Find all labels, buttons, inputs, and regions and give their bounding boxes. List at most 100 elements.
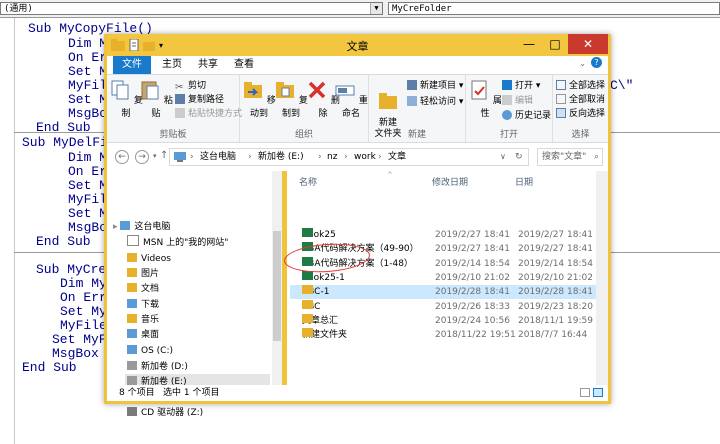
- breadcrumb-drive-e[interactable]: 新加卷 (E:): [258, 149, 304, 165]
- forward-button[interactable]: →: [135, 150, 149, 164]
- code-line[interactable]: MsgBo: [68, 107, 107, 121]
- code-line[interactable]: On Err: [60, 291, 107, 305]
- code-line[interactable]: Sub MyDelFi: [22, 136, 108, 150]
- nav-item[interactable]: 文档: [125, 281, 270, 297]
- history-button[interactable]: 历史记录: [502, 109, 551, 123]
- ribbon-collapse-icon[interactable]: ⌄: [579, 59, 586, 68]
- move-to-button[interactable]: 移动到: [242, 79, 276, 119]
- tab-view[interactable]: 查看: [229, 56, 259, 74]
- code-line[interactable]: MsgBox: [52, 347, 99, 361]
- code-line[interactable]: Sub MyCre: [36, 263, 106, 277]
- nav-item[interactable]: 图片: [125, 266, 270, 282]
- code-line[interactable]: Set M: [68, 93, 107, 107]
- chevron-down-icon[interactable]: ▼: [370, 3, 382, 14]
- nav-item[interactable]: CD 驱动器 (Z:): [125, 405, 270, 421]
- back-button[interactable]: ←: [115, 150, 129, 164]
- title-bar[interactable]: ▾ 文章 — □ ✕: [107, 34, 608, 56]
- nav-item-label: OS (C:): [141, 346, 173, 356]
- select-all-button[interactable]: 全部选择: [556, 79, 605, 93]
- code-line[interactable]: End Sub: [36, 235, 91, 249]
- code-line[interactable]: MyFile: [60, 319, 107, 333]
- explorer-window[interactable]: ▾ 文章 — □ ✕ 文件 主页 共享 查看 ⌄ ? 复制 粘贴 ✂ 剪切 复制…: [104, 34, 611, 418]
- breadcrumb-this-pc[interactable]: 这台电脑: [200, 149, 236, 165]
- nav-scrollbar-thumb[interactable]: [273, 231, 281, 341]
- nav-item[interactable]: 下载: [125, 297, 270, 313]
- code-line[interactable]: On Er: [68, 165, 107, 179]
- expand-icon[interactable]: ▸: [113, 222, 120, 232]
- copy-path-button[interactable]: 复制路径: [175, 93, 224, 107]
- recent-locations-icon[interactable]: ▾: [153, 152, 157, 160]
- open-button[interactable]: 打开 ▾: [502, 79, 540, 93]
- copy-button[interactable]: 复制: [109, 79, 143, 119]
- up-button[interactable]: ↑: [160, 150, 168, 161]
- select-none-button[interactable]: 全部取消: [556, 93, 605, 107]
- nav-item[interactable]: 音乐: [125, 312, 270, 328]
- properties-button[interactable]: 属性: [468, 79, 502, 119]
- breadcrumb-articles[interactable]: 文章: [388, 149, 406, 165]
- refresh-icon[interactable]: ↻: [515, 149, 523, 165]
- large-icons-view-icon[interactable]: [593, 388, 603, 397]
- code-line[interactable]: On Er: [68, 51, 107, 65]
- code-line[interactable]: End Sub: [22, 361, 77, 375]
- file-row[interactable]: 新建文件夹 2018/11/22 19:51 2018/7/7 16:44: [290, 328, 600, 342]
- search-input[interactable]: 搜索"文章" ⌕: [537, 148, 603, 166]
- folder-icon: [302, 328, 313, 338]
- nav-item[interactable]: 新加卷 (D:): [125, 359, 270, 375]
- file-row[interactable]: Book25-1 2019/2/10 21:02 2019/2/10 21:02: [290, 270, 600, 285]
- breadcrumb-nz[interactable]: nz: [327, 149, 337, 165]
- nav-scrollbar[interactable]: [272, 171, 282, 385]
- code-line[interactable]: Set MyF: [52, 333, 107, 347]
- file-row[interactable]: ABC-1 2019/2/28 18:41 2019/2/28 18:41: [290, 285, 600, 300]
- chevron-down-icon[interactable]: ∨: [500, 149, 506, 165]
- close-button[interactable]: ✕: [568, 34, 608, 54]
- minimize-button[interactable]: —: [516, 34, 542, 54]
- details-view-icon[interactable]: [580, 388, 590, 397]
- edit-button[interactable]: 编辑: [502, 94, 533, 108]
- file-row[interactable]: Book25 2019/2/27 18:41 2019/2/27 18:41: [290, 228, 600, 242]
- code-line[interactable]: End Sub: [36, 121, 91, 135]
- nav-item[interactable]: MSN 上的"我的网站": [125, 235, 270, 251]
- copy-to-button[interactable]: 复制到: [274, 79, 308, 119]
- pictures-folder-icon: [127, 268, 137, 277]
- file-list-scrollbar[interactable]: [596, 171, 608, 385]
- maximize-button[interactable]: □: [542, 34, 568, 54]
- column-created[interactable]: 日期: [515, 175, 533, 188]
- nav-item[interactable]: OS (C:): [125, 343, 270, 359]
- nav-item[interactable]: Videos: [125, 251, 270, 267]
- code-line[interactable]: MyFil: [68, 79, 107, 93]
- code-line[interactable]: Set M: [68, 179, 107, 193]
- tab-share[interactable]: 共享: [193, 56, 223, 74]
- nav-item[interactable]: 桌面: [125, 327, 270, 343]
- code-line[interactable]: MyFil: [68, 193, 107, 207]
- tab-file[interactable]: 文件: [113, 56, 151, 74]
- new-item-button[interactable]: 新建项目 ▾: [407, 79, 463, 93]
- object-combo[interactable]: (通用) ▼: [0, 2, 383, 15]
- breadcrumb-work[interactable]: work: [354, 149, 376, 165]
- cut-button[interactable]: ✂ 剪切: [175, 79, 206, 93]
- navigation-pane[interactable]: ▸ 这台电脑 MSN 上的"我的网站" Videos 图片 文档 下载 音乐 桌面 OS (C:…: [107, 171, 282, 418]
- nav-item-label: Videos: [141, 254, 171, 264]
- address-bar[interactable]: › 这台电脑 › 新加卷 (E:) › nz › work › 文章 ∨ ↻: [169, 148, 529, 166]
- help-icon[interactable]: ?: [591, 57, 602, 68]
- file-list[interactable]: ^ 名称 修改日期 日期 Book25 2019/2/27 18:41 2019/2…: [287, 171, 608, 385]
- column-name[interactable]: 名称: [299, 175, 317, 188]
- rename-button[interactable]: 重命名: [334, 79, 368, 119]
- tab-home[interactable]: 主页: [157, 56, 187, 74]
- procedure-combo[interactable]: MyCreFolder: [388, 2, 720, 15]
- column-modified[interactable]: 修改日期: [432, 175, 468, 188]
- file-row[interactable]: ABC 2019/2/26 18:33 2019/2/23 18:20: [290, 299, 600, 314]
- code-line[interactable]: Set M: [68, 65, 107, 79]
- paste-button[interactable]: 粘贴: [139, 79, 173, 119]
- desktop-folder-icon: [127, 329, 137, 338]
- code-line[interactable]: Dim M: [68, 151, 107, 165]
- file-row[interactable]: 文章总汇 2019/2/24 10:56 2018/11/1 19:59: [290, 313, 600, 328]
- code-line[interactable]: Dim M: [68, 37, 107, 51]
- code-line[interactable]: Set M: [68, 207, 107, 221]
- paste-shortcut-button[interactable]: 粘贴快捷方式: [175, 107, 242, 121]
- code-line[interactable]: MsgBo: [68, 221, 107, 235]
- code-line[interactable]: Dim My: [60, 277, 107, 291]
- easy-access-button[interactable]: 轻松访问 ▾: [407, 95, 463, 109]
- invert-selection-button[interactable]: 反向选择: [556, 107, 605, 121]
- code-line[interactable]: Set My: [60, 305, 107, 319]
- nav-item[interactable]: ▸ 这台电脑: [111, 219, 270, 235]
